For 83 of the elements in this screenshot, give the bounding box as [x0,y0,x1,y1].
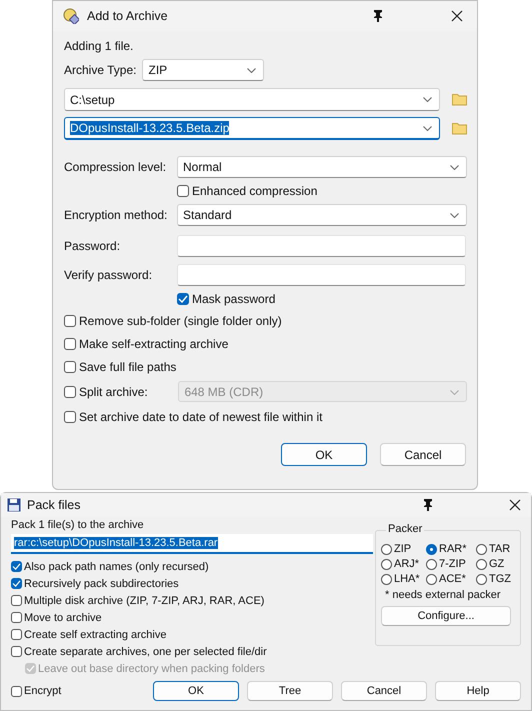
dialog-button[interactable]: Help [435,681,521,701]
radio-label: 7-ZIP [439,558,466,570]
checkbox-label: Multiple disk archive (ZIP, 7-ZIP, ARJ, RAR, ACE) [24,594,264,606]
radio-label: TGZ [489,573,511,585]
checkbox[interactable] [64,410,76,422]
checkbox[interactable] [64,360,76,372]
checkbox-label: Leave out base directory when packing folders [38,662,265,674]
chevron-icon [423,126,432,131]
close-icon[interactable] [509,499,521,511]
status-text: Adding 1 file. [64,39,134,53]
checkbox-label: Encrypt [24,685,62,697]
radio-button[interactable] [381,558,392,570]
radio-label: ACE* [439,573,466,585]
radio-button[interactable] [426,574,437,584]
radio-label: ZIP [394,543,412,555]
checkbox[interactable] [177,293,189,305]
archive-path-field[interactable]: rar:c:\setup\DOpusInstall-13.23.5.Beta.rar [11,534,373,554]
radio-button[interactable] [426,558,437,570]
archive-type-dropdown[interactable]: ZIP [142,59,264,81]
window-title: Add to Archive [87,9,169,23]
radio-label: GZ [489,558,504,570]
radio-label: LHA* [394,573,420,585]
dialog-button[interactable]: Cancel [380,443,466,466]
checkbox-label: Split archive: [79,384,149,398]
field-label: Password: [64,239,122,253]
folder-dropdown[interactable]: C:\setup [64,88,440,111]
dialog-button[interactable]: Tree [247,681,333,701]
chevron-icon [450,390,459,395]
archive-icon [63,8,79,24]
field-label: Encryption method: [64,208,168,222]
field-label: Archive Type: [64,63,136,77]
radio-button[interactable] [381,544,392,554]
group-title: Packer [386,523,424,535]
dialog-button[interactable]: OK [281,443,367,466]
checkbox-label: Move to archive [24,612,102,624]
checkbox-label: Enhanced compression [192,184,318,198]
checkbox-label: Recursively pack subdirectories [24,578,179,590]
radio-button[interactable] [381,574,392,584]
chevron-icon [450,165,459,170]
chevron-icon [450,213,459,218]
checkbox[interactable] [11,686,22,696]
compression-dropdown[interactable]: Normal [177,156,467,178]
checkbox[interactable] [11,646,22,657]
password-field[interactable] [177,235,466,257]
radio-button[interactable] [476,544,487,554]
checkbox[interactable] [11,595,22,606]
dialog-button[interactable]: OK [153,681,239,701]
checkbox[interactable] [177,185,189,197]
checkbox-label: Set archive date to date of newest file within it [79,410,322,424]
checkbox-label: Also pack path names (only recursed) [24,560,209,572]
checkbox[interactable] [64,314,76,326]
checkbox[interactable] [11,629,22,640]
configure-button[interactable]: Configure... [381,606,511,626]
checkbox-label: Create self extracting archive [24,628,166,640]
checkbox[interactable] [11,561,22,572]
radio-label: TAR [489,543,510,555]
filename-dropdown[interactable]: DOpusInstall-13.23.5.Beta.zip [64,117,440,140]
checkbox-label: Create separate archives, one per selected file/dir [24,646,267,658]
verify-password-field[interactable] [177,264,466,286]
radio-label: ARJ* [394,558,420,570]
pin-icon[interactable] [373,10,383,22]
field-label: Verify password: [64,268,154,282]
chevron-icon [247,68,256,73]
checkbox[interactable] [11,578,22,589]
checkbox[interactable] [11,612,22,623]
window-title: Pack files [27,498,82,512]
pin-icon[interactable] [423,499,433,511]
prompt-text: Pack 1 file(s) to the archive [11,519,145,531]
radio-button[interactable] [476,558,487,570]
note-text: * needs external packer [384,589,502,601]
checkbox[interactable] [64,338,76,350]
checkbox-label: Make self-extracting archive [79,336,228,350]
chevron-icon [423,97,432,102]
checkbox-label: Save full file paths [79,360,176,374]
checkbox-label: Mask password [192,292,276,306]
close-icon[interactable] [451,10,463,22]
radio-label: RAR* [439,543,467,555]
dialog-button[interactable]: Cancel [341,681,427,701]
checkbox-label: Remove sub-folder (single folder only) [79,314,282,328]
encryption-dropdown[interactable]: Standard [177,204,467,226]
field-label: Compression level: [64,160,168,174]
radio-button[interactable] [476,574,487,584]
radio-button[interactable] [426,544,437,554]
